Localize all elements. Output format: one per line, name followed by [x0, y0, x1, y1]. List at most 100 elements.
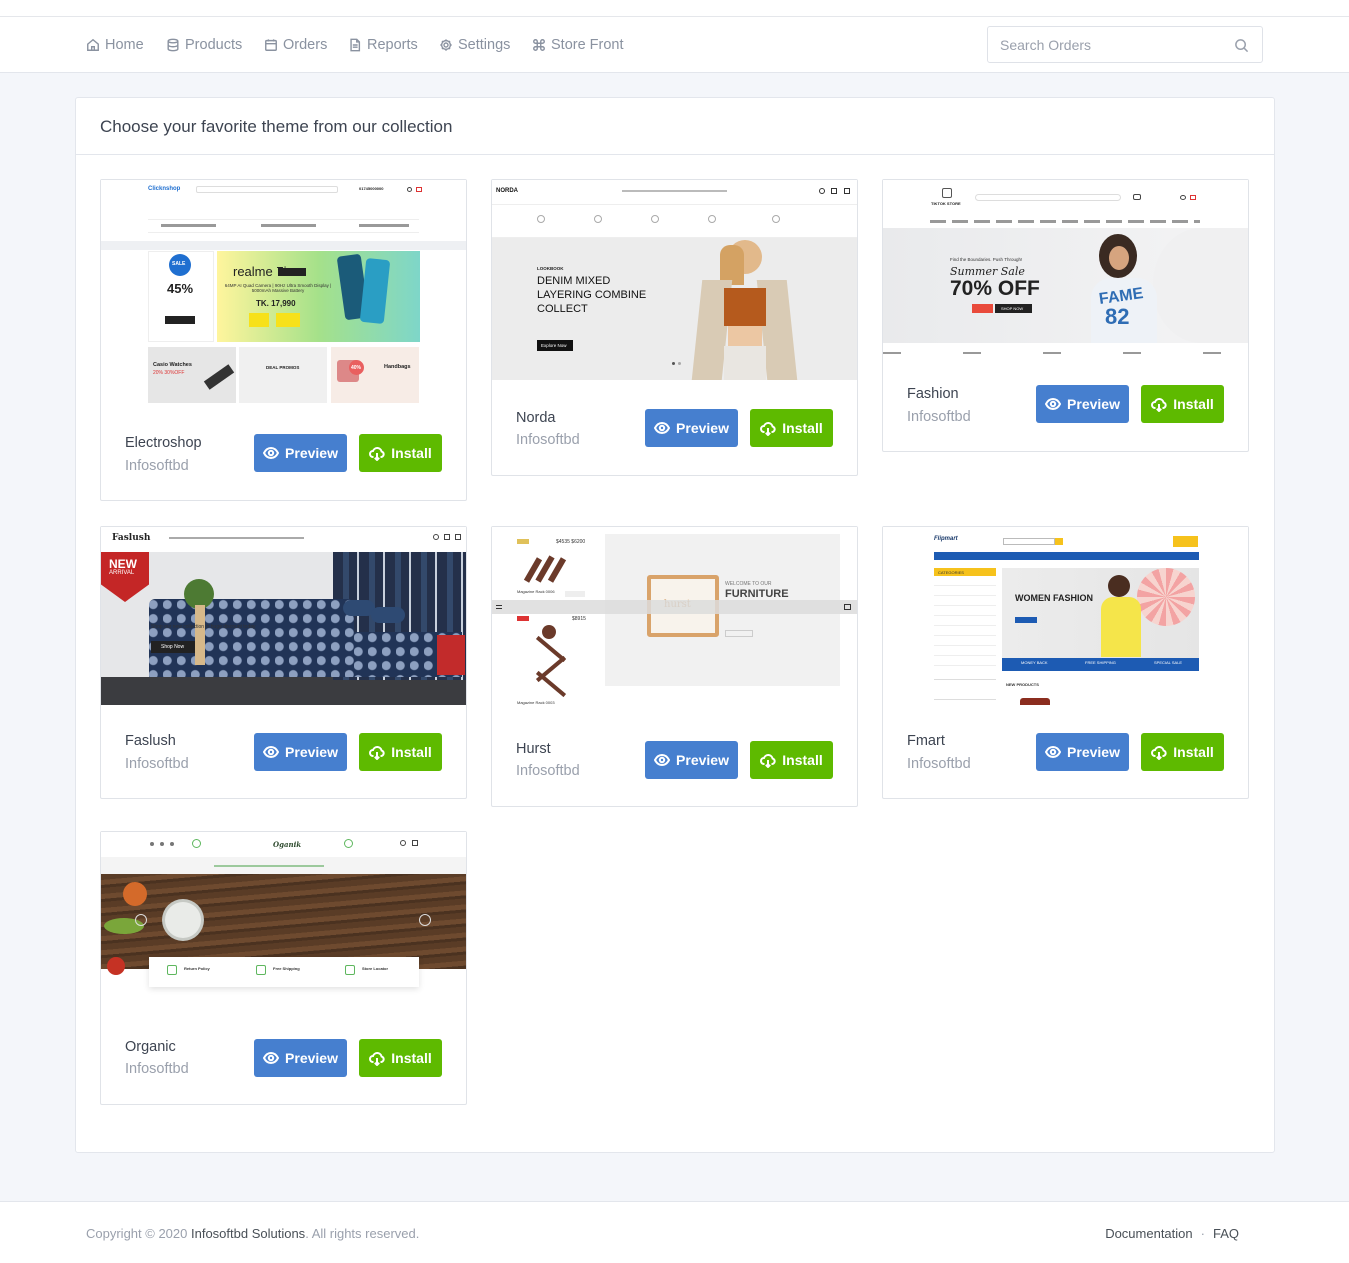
install-label: Install [782, 752, 823, 768]
cloud-download-icon [760, 422, 776, 436]
preview-button[interactable]: Preview [645, 741, 738, 779]
install-button[interactable]: Install [750, 741, 833, 779]
footer-links: Documentation · FAQ [1105, 1226, 1239, 1241]
cloud-download-icon [1151, 398, 1167, 412]
preview-label: Preview [285, 744, 338, 760]
eye-icon [654, 753, 671, 767]
theme-thumbnail[interactable]: Flipmart CATEGORIES WOMEN FASHION MONEY … [883, 527, 1248, 705]
preview-button[interactable]: Preview [254, 733, 347, 771]
theme-author: Infosoftbd [125, 1061, 189, 1077]
thumb-headline: DENIM MIXED LAYERING COMBINE COLLECT [537, 275, 647, 315]
command-icon [533, 39, 545, 51]
eye-icon [263, 745, 280, 759]
install-button[interactable]: Install [750, 409, 833, 447]
theme-author: Infosoftbd [125, 458, 189, 474]
theme-card-fmart: Flipmart CATEGORIES WOMEN FASHION MONEY … [882, 526, 1249, 799]
theme-card-organic: Oganik Return Policy Free Shipping Store… [100, 831, 467, 1105]
theme-author: Infosoftbd [125, 756, 189, 772]
cloud-download-icon [369, 447, 385, 461]
faq-link[interactable]: FAQ [1213, 1226, 1239, 1241]
search-input[interactable] [1000, 35, 1230, 55]
top-strip [0, 0, 1349, 17]
documentation-link[interactable]: Documentation [1105, 1226, 1192, 1241]
preview-label: Preview [676, 420, 729, 436]
home-icon [87, 38, 99, 51]
theme-name: Organic [125, 1039, 176, 1055]
thumb-headline: FURNITURE [725, 588, 789, 600]
eye-icon [654, 421, 671, 435]
preview-button[interactable]: Preview [645, 409, 738, 447]
eye-icon [1045, 745, 1062, 759]
file-icon [350, 38, 361, 52]
nav-store-front[interactable]: Store Front [532, 35, 624, 55]
theme-thumbnail[interactable]: TIKTOK STORE Find the Boundaries. Push T… [883, 180, 1248, 356]
eye-icon [1045, 397, 1062, 411]
thumb-logo: Clicknshop [148, 186, 181, 192]
theme-author: Infosoftbd [516, 763, 580, 779]
theme-name: Fmart [907, 733, 945, 749]
theme-author: Infosoftbd [516, 432, 580, 448]
nav-orders-label: Orders [283, 37, 328, 53]
nav-orders[interactable]: Orders [264, 35, 327, 55]
install-button[interactable]: Install [359, 733, 442, 771]
preview-label: Preview [1067, 744, 1120, 760]
cloud-download-icon [369, 746, 385, 760]
cloud-download-icon [369, 1052, 385, 1066]
theme-thumbnail[interactable]: $4535 $6200 Magazine Rack 0006 hurst WEL… [492, 527, 857, 713]
nav-settings-label: Settings [458, 37, 511, 53]
eye-icon [263, 1051, 280, 1065]
eye-icon [263, 446, 280, 460]
theme-card-fashion: TIKTOK STORE Find the Boundaries. Push T… [882, 179, 1249, 452]
theme-thumbnail[interactable]: NORDA LOOKBOOK DENIM MIXED LAYERING COMB… [492, 180, 857, 380]
install-button[interactable]: Install [1141, 385, 1224, 423]
nav-reports[interactable]: Reports [348, 35, 418, 55]
install-label: Install [1173, 396, 1214, 412]
preview-button[interactable]: Preview [254, 1039, 347, 1077]
top-navbar: Home Products Orders Reports Settings St… [0, 17, 1349, 73]
cloud-download-icon [1151, 746, 1167, 760]
install-label: Install [391, 1050, 432, 1066]
install-label: Install [391, 744, 432, 760]
preview-button[interactable]: Preview [1036, 385, 1129, 423]
cloud-download-icon [760, 754, 776, 768]
search-icon[interactable] [1234, 38, 1249, 53]
nav-home-label: Home [105, 37, 144, 53]
theme-name: Hurst [516, 741, 551, 757]
install-button[interactable]: Install [1141, 733, 1224, 771]
brand-link[interactable]: Infosoftbd Solutions [191, 1226, 305, 1241]
install-button[interactable]: Install [359, 434, 442, 472]
preview-label: Preview [676, 752, 729, 768]
theme-card-faslush: Faslush NEW ARRIVAL Shop our new collect… [100, 526, 467, 799]
nav-products-label: Products [185, 37, 243, 53]
theme-name: Faslush [125, 733, 176, 749]
preview-label: Preview [285, 445, 338, 461]
theme-thumbnail[interactable]: Clicknshop 01745000000 SALE 45% realme 7… [101, 180, 466, 405]
nav-home[interactable]: Home [86, 35, 144, 55]
thumb-logo: Flipmart [934, 536, 958, 542]
preview-button[interactable]: Preview [254, 434, 347, 472]
theme-card-norda: NORDA LOOKBOOK DENIM MIXED LAYERING COMB… [491, 179, 858, 476]
footer-separator: · [1200, 1226, 1205, 1241]
thumb-headline: WOMEN FASHION [1015, 593, 1093, 603]
thumb-logo: NORDA [496, 188, 518, 194]
install-label: Install [1173, 744, 1214, 760]
install-button[interactable]: Install [359, 1039, 442, 1077]
theme-thumbnail[interactable]: Faslush NEW ARRIVAL Shop our new collect… [101, 527, 466, 705]
theme-name: Norda [516, 410, 556, 426]
page-footer: Copyright © 2020 Infosoftbd Solutions. A… [0, 1201, 1349, 1263]
copyright-text: Copyright © 2020 Infosoftbd Solutions. A… [86, 1226, 420, 1241]
nav-settings[interactable]: Settings [439, 35, 510, 55]
preview-button[interactable]: Preview [1036, 733, 1129, 771]
preview-label: Preview [285, 1050, 338, 1066]
nav-products[interactable]: Products [166, 35, 242, 55]
theme-name: Electroshop [125, 435, 202, 451]
thumb-logo: Faslush [112, 533, 151, 543]
nav-store-front-label: Store Front [551, 37, 624, 53]
themes-panel: Choose your favorite theme from our coll… [75, 97, 1275, 1153]
theme-author: Infosoftbd [907, 409, 971, 425]
preview-label: Preview [1067, 396, 1120, 412]
panel-title: Choose your favorite theme from our coll… [76, 98, 1274, 155]
thumb-logo: Oganik [273, 840, 302, 849]
theme-thumbnail[interactable]: Oganik Return Policy Free Shipping Store… [101, 832, 466, 1008]
calendar-icon [265, 39, 277, 51]
